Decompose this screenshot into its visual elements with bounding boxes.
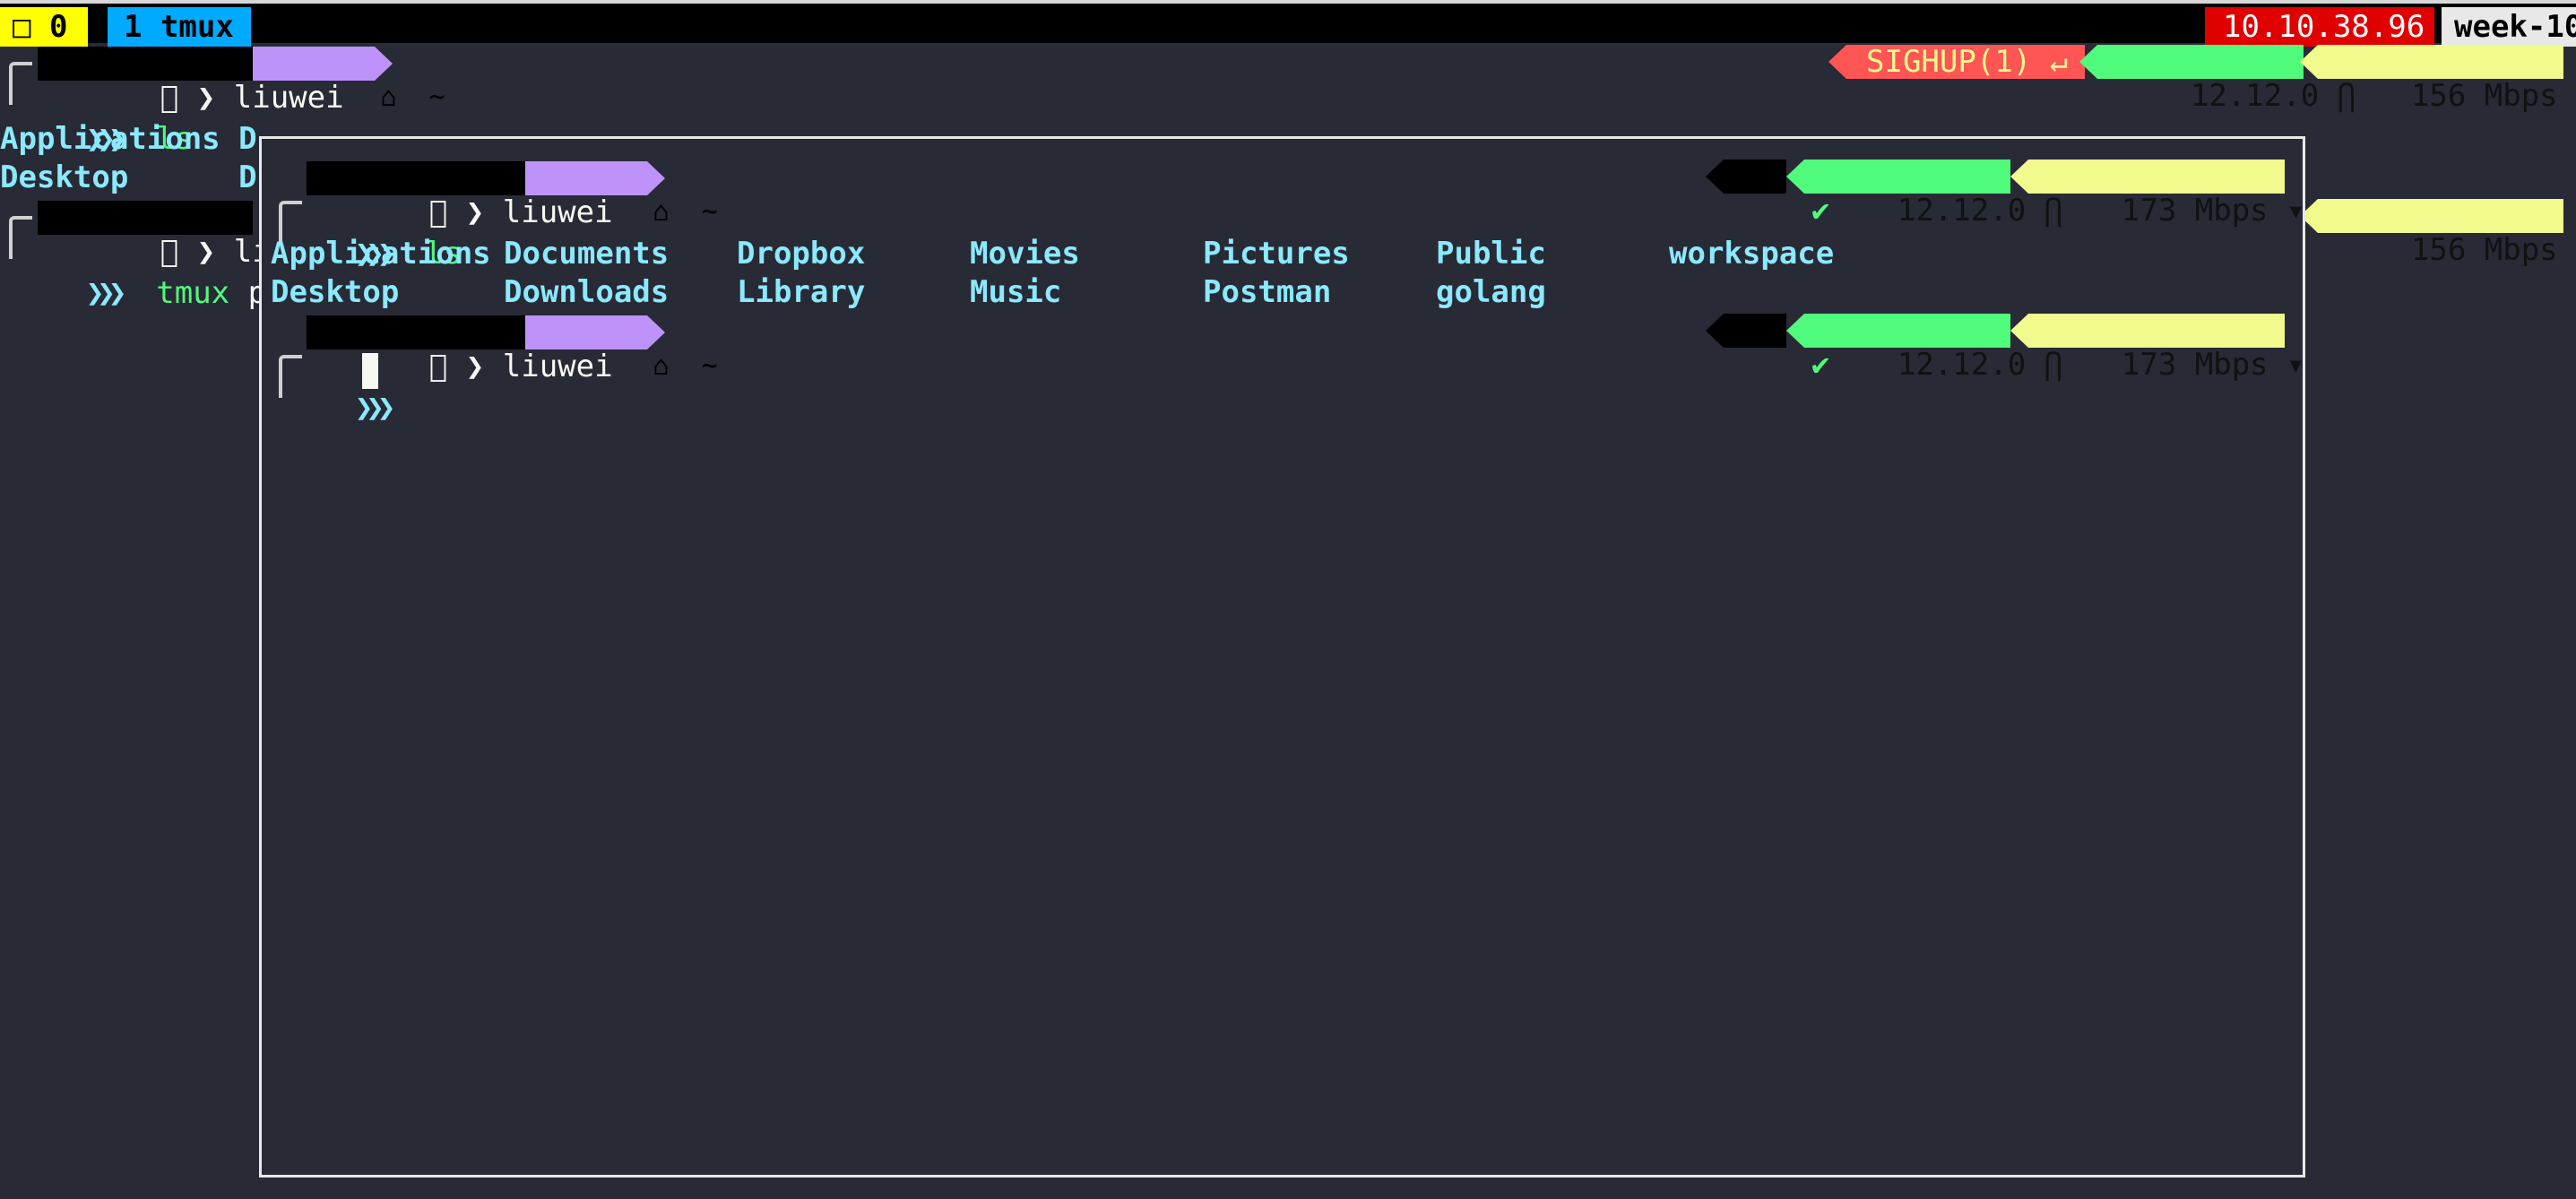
ls-entry: Music (970, 274, 1062, 310)
ls-entry: Public (1436, 236, 1546, 272)
apple-icon:  (428, 349, 448, 384)
network-speed: 173 Mbps (2121, 193, 2269, 229)
node-version: 12.12.0 (1897, 347, 2027, 383)
prompt-separator-icon: ❯ (465, 349, 485, 384)
directory-segment: ⌂ ~ (525, 315, 718, 382)
ls-entry: Pictures (1203, 236, 1350, 272)
node-version: 12.12.0 (1897, 193, 2027, 229)
network-speed-segment: 156 Mbps ▾ (2300, 45, 2563, 113)
ls-entry: Desktop (271, 274, 400, 310)
current-dir: ~ (428, 82, 445, 113)
ls-entry: Library (737, 274, 866, 310)
ls-entry: golang (1436, 274, 1546, 310)
home-icon: ⌂ (380, 82, 397, 113)
current-dir: ~ (701, 196, 718, 228)
session-indicator[interactable]: □ 0 (0, 7, 88, 47)
network-speed: 156 Mbps (2410, 232, 2558, 268)
ls-output-row: Desktop D (0, 160, 257, 195)
node-version-segment: 12.12.0 ⋂ (1786, 314, 2062, 382)
current-dir: ~ (701, 350, 718, 382)
tmux-popup-window[interactable]:  ❯ liuwei ⌂ ~ ❯❯❯ ls Applications Deskt… (259, 136, 2305, 1177)
tmux-status-bar: □ 0 1 tmux 10.10.38.96 week-10 (0, 0, 2576, 47)
network-speed: 156 Mbps (2410, 78, 2558, 114)
user-segment:  ❯ liuwei (38, 201, 344, 269)
terminal-cursor (362, 353, 378, 389)
prompt-arrows-icon: ❯❯❯ (85, 275, 127, 311)
prompt-separator-icon: ❯ (465, 194, 485, 230)
ip-address: 10.10.38.96 (2205, 7, 2434, 47)
directory-segment: ⌂ ~ (525, 161, 718, 228)
home-icon: ⌂ (653, 196, 670, 228)
node-version: 12.12.0 (2190, 78, 2320, 114)
prompt-line:  ❯ liuwei ⌂ ~ (262, 312, 718, 384)
network-speed-segment: 173 Mbps ▾ (2010, 314, 2303, 382)
exit-status-segment: ✔ (1706, 160, 1829, 228)
network-speed-segment: 156 Mbps ▾ (2300, 199, 2563, 267)
network-speed-segment: 173 Mbps ▾ (2010, 160, 2303, 228)
prompt-line:  ❯ liuwei (0, 197, 344, 269)
ls-output-row: Applications D (0, 121, 257, 157)
home-icon: ⌂ (653, 350, 670, 382)
exit-status-segment: ✔ (1706, 314, 1829, 382)
node-version-segment: 12.12.0 ⋂ (2079, 45, 2356, 113)
signal-segment: SIGHUP(1) ↵ (1828, 45, 2085, 79)
date-indicator: week-10 (2442, 7, 2576, 47)
node-version-segment: 12.12.0 ⋂ (1786, 160, 2062, 228)
network-speed: 173 Mbps (2121, 347, 2269, 383)
command-name: tmux (156, 275, 230, 311)
window-tab-tmux[interactable]: 1 tmux (108, 7, 251, 47)
prompt-line:  ❯ liuwei ⌂ ~ (262, 158, 718, 229)
ls-entry: Downloads (504, 274, 670, 310)
ls-entry: Applications (271, 236, 491, 272)
user-segment:  ❯ liuwei (307, 315, 613, 384)
ls-entry: Documents (504, 236, 670, 272)
prompt-separator-icon: ❯ (196, 80, 216, 116)
directory-segment: ⌂ ~ (253, 47, 445, 113)
user-segment:  ❯ liuwei (307, 161, 613, 229)
prompt-arrows-icon: ❯❯❯ (354, 390, 396, 426)
ls-entry: Movies (970, 236, 1080, 272)
wifi-icon: ▾ (2286, 193, 2305, 229)
prompt-line:  ❯ liuwei ⌂ ~ (0, 43, 896, 115)
ls-entry: Postman (1203, 274, 1332, 310)
ls-entry: Dropbox (737, 236, 866, 272)
user-segment:  ❯ liuwei (38, 47, 344, 115)
wifi-icon: ▾ (2286, 347, 2305, 383)
